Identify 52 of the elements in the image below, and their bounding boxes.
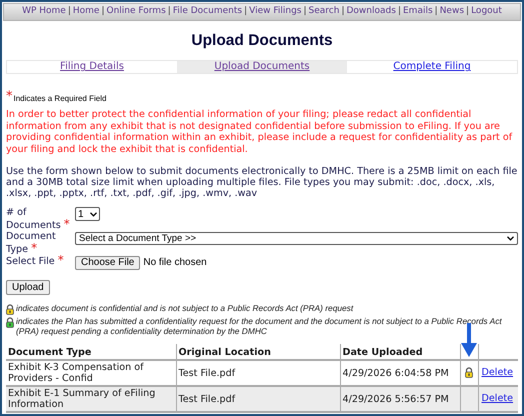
page-title: Upload Documents	[191, 31, 333, 51]
field-label: Select File *	[6, 256, 64, 268]
column-header: Date Uploaded	[342, 347, 423, 358]
nav-separator: |	[244, 5, 248, 18]
step-tab[interactable]: Complete Filing	[393, 61, 471, 74]
required-asterisk: *	[6, 90, 12, 104]
padlock-icon	[6, 304, 14, 316]
upload-button[interactable]: Upload	[6, 280, 50, 296]
nav-link[interactable]: News	[440, 5, 464, 19]
field-label: Document Type *	[6, 231, 56, 255]
nav-separator: |	[101, 5, 105, 18]
document-type-select[interactable]: Select a Document Type >>	[75, 232, 518, 246]
nav-link[interactable]: Home	[72, 5, 100, 19]
field-label: # of Documents *	[6, 207, 70, 231]
table-cell: Test File.pdf	[178, 394, 236, 405]
nav-link[interactable]: WP Home	[22, 5, 66, 19]
nav-separator: |	[434, 5, 438, 18]
step-tab[interactable]: Filing Details	[60, 61, 124, 74]
nav-separator: |	[466, 5, 470, 18]
legend-text: indicates document is confidential and is not subject to a Public Records Act (PRA) request	[16, 303, 354, 314]
nav-link[interactable]: View Filings	[249, 5, 302, 19]
nav-link[interactable]: Downloads	[346, 5, 396, 19]
nav-link[interactable]: File Documents	[172, 5, 242, 19]
nav-link[interactable]: Logout	[471, 5, 502, 19]
confidentiality-warning: In order to better protect the confidential information of your filing; please redact all confidential information from any exhibit that is not designated confidential before submission to eFiling. If you are providing confidential information within an exhibit, please include a request for confidentiality as part of your filing and lock the exhibit that is confidential.	[6, 109, 514, 156]
nav-link[interactable]: Online Forms	[106, 5, 166, 19]
nav-separator: |	[68, 5, 71, 18]
annotation-arrow	[461, 323, 477, 357]
required-field-note: Indicates a Required Field	[14, 93, 106, 106]
upload-instructions: Use the form shown below to submit documents electronically to DMHC. There is a 25MB limit on each file and a 30MB total size limit when uploading multiple files. File types you may submit: .doc, .docx, .xls, .xlsx, .ppt, .pptx, .rtf, .txt, .pdf, .gif, .jpg, .wmv, .wav	[6, 166, 518, 200]
chevron-down-icon	[90, 212, 97, 217]
table-cell: Test File.pdf	[178, 368, 236, 379]
delete-link[interactable]: Delete	[482, 367, 514, 378]
delete-link[interactable]: Delete	[482, 393, 514, 404]
table-cell: Exhibit K-3 Compensation of Providers - Confid	[8, 362, 144, 384]
nav-separator: |	[168, 5, 171, 18]
legend-text: indicates the Plan has submitted a confidentiality request for the document and the document is not subject to a Public Records Act (PRA) request pending a confidentiality determination by the DMHC	[16, 316, 503, 336]
table-cell: 4/29/2026 6:04:58 PM	[342, 368, 449, 379]
nav-link[interactable]: Emails	[402, 5, 433, 19]
count-select[interactable]: 1	[75, 207, 100, 222]
column-header: Document Type	[8, 347, 92, 358]
nav-link[interactable]: Search	[308, 5, 340, 19]
choose-file-button[interactable]: Choose File	[75, 256, 140, 270]
nav-separator: |	[303, 5, 307, 18]
nav-separator: |	[398, 5, 401, 18]
padlock-icon	[6, 317, 14, 328]
nav-separator: |	[341, 5, 344, 18]
chevron-down-icon	[507, 236, 514, 242]
table-cell: Exhibit E-1 Summary of eFiling Information	[8, 388, 156, 410]
file-status: No file chosen	[143, 256, 207, 270]
table-cell: 4/29/2026 5:56:57 PM	[342, 394, 449, 405]
column-header: Original Location	[178, 347, 271, 358]
